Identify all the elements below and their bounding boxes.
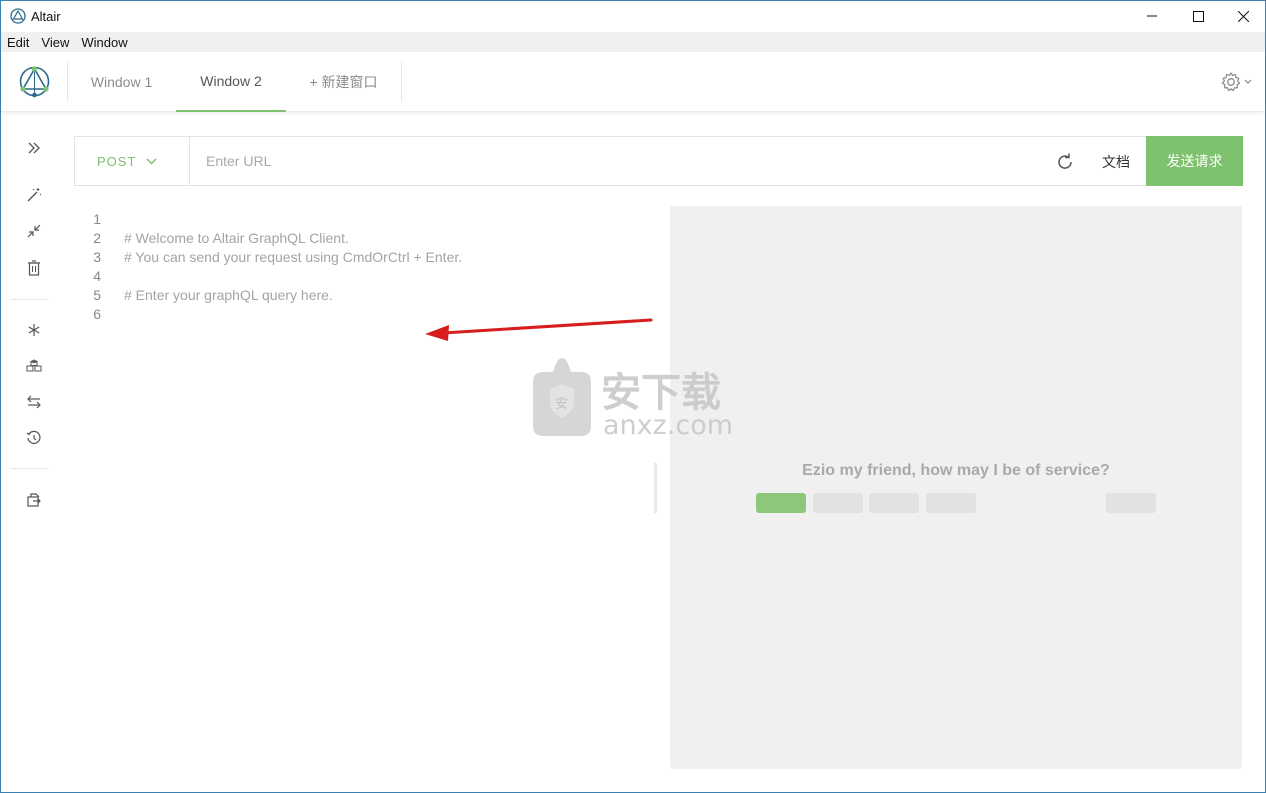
editor-line: 2 # Welcome to Altair GraphQL Client. [74,230,634,249]
history-button[interactable] [24,428,44,448]
sidebar-divider [11,468,49,469]
line-number: 3 [93,249,101,265]
menu-view[interactable]: View [35,35,75,50]
app-window: Altair Edit View Window Window 1 Window … [0,0,1266,793]
window-title: Altair [31,9,61,24]
empty-result-greeting: Ezio my friend, how may I be of service? [802,462,1110,479]
header-divider [401,62,402,102]
altair-logo [19,66,50,98]
minimize-button[interactable] [1129,1,1175,31]
reload-icon[interactable] [1055,152,1075,172]
export-icon [27,493,41,507]
query-editor[interactable]: 1 2 # Welcome to Altair GraphQL Client. … [74,206,654,766]
menu-edit[interactable]: Edit [1,35,35,50]
chevron-down-icon [1244,79,1252,84]
menu-bar: Edit View Window [1,32,1265,52]
svg-text:安: 安 [555,397,568,412]
editor-line: 5 # Enter your graphQL query here. [74,287,634,306]
history-icon [26,430,41,444]
editor-line: 1 [74,211,634,230]
svg-text:anxz.com: anxz.com [603,410,733,438]
swap-arrows-icon [27,395,41,409]
placeholder-block [1106,493,1156,513]
header: Window 1 Window 2 + 新建窗口 [1,52,1265,112]
clear-query-button[interactable] [24,258,44,278]
code-text: # Welcome to Altair GraphQL Client. [124,230,349,246]
line-number: 4 [93,268,101,284]
expand-sidebar-button[interactable] [24,138,44,158]
title-bar: Altair [1,1,1265,31]
result-pane: Ezio my friend, how may I be of service? [670,206,1242,769]
new-window-tab[interactable]: + 新建窗口 [286,52,401,112]
close-icon [1237,10,1249,22]
subscription-button[interactable] [24,392,44,412]
export-button[interactable] [24,490,44,510]
compress-icon [27,224,41,238]
tab-window-2[interactable]: Window 2 [176,52,286,112]
method-label: POST [97,153,137,169]
minimize-icon [1147,15,1157,17]
settings-button[interactable] [1220,71,1254,93]
code-text: # You can send your request using CmdOrC… [124,249,463,265]
line-number: 5 [93,287,101,303]
editor-line: 4 [74,268,634,287]
cubes-icon [26,359,42,372]
line-number: 6 [93,306,101,322]
chevron-down-icon [146,157,157,165]
line-number: 1 [93,211,101,227]
editor-line: 3 # You can send your request using CmdO… [74,249,634,268]
send-request-button[interactable]: 发送请求 [1146,136,1243,186]
pane-resize-handle[interactable] [654,463,657,513]
method-select[interactable]: POST [75,137,190,185]
gear-icon [1221,72,1241,92]
request-bar: POST 文档 发送请求 [74,136,1243,186]
line-number: 2 [93,230,101,246]
compress-query-button[interactable] [24,221,44,241]
tab-window-1[interactable]: Window 1 [68,52,175,112]
placeholder-block [926,493,976,513]
trash-icon [28,260,40,276]
anxz-watermark: 安 安下载 anxz.com [533,358,733,438]
double-chevron-right-icon [28,142,40,154]
maximize-icon [1192,10,1204,22]
docs-button[interactable]: 文档 [1102,152,1130,172]
left-sidebar [1,113,67,793]
headers-button[interactable] [24,356,44,376]
prettify-button[interactable] [24,185,44,205]
url-input[interactable] [191,137,1041,185]
maximize-button[interactable] [1175,1,1221,31]
snowflake-icon [28,324,40,336]
placeholder-block [813,493,863,513]
annotation-arrow [425,318,653,341]
placeholder-block [756,493,806,513]
placeholder-block [869,493,919,513]
close-button[interactable] [1220,1,1266,31]
magic-wand-icon [27,188,42,202]
menu-window[interactable]: Window [75,35,133,50]
altair-app-icon [10,8,26,24]
code-text: # Enter your graphQL query here. [124,287,333,303]
variables-button[interactable] [24,320,44,340]
sidebar-divider [11,299,49,300]
